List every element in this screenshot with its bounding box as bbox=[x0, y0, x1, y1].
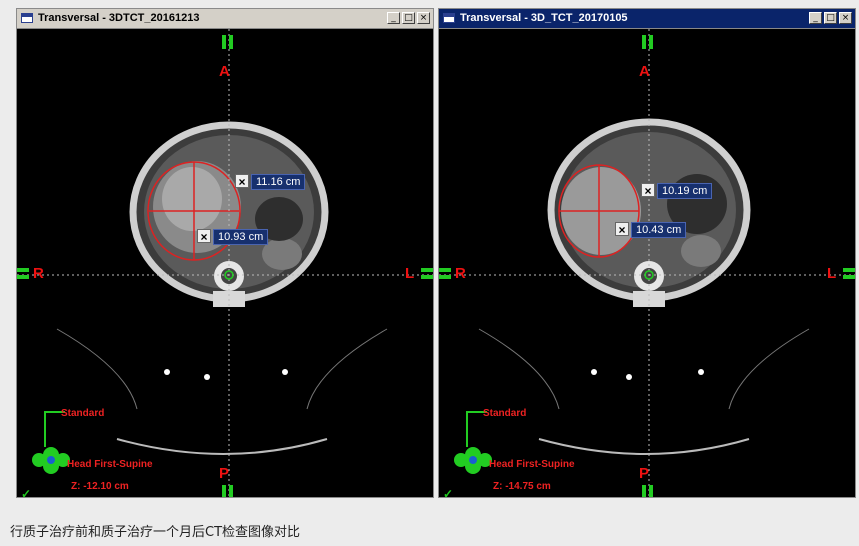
close-button[interactable]: × bbox=[417, 12, 430, 24]
z-position-label: Z: -12.10 cm bbox=[71, 481, 129, 492]
maximize-button[interactable]: □ bbox=[402, 12, 415, 24]
check-icon: ✓ bbox=[443, 487, 454, 501]
ct-viewport-left[interactable]: A P R L × 11.16 cm × 10.93 cm Standard H… bbox=[17, 29, 433, 501]
measurement-label: 10.93 cm bbox=[213, 229, 269, 245]
delete-measurement-icon[interactable]: × bbox=[641, 183, 655, 198]
measurement-label: 11.16 cm bbox=[251, 174, 306, 190]
patient-position-label: Head First-Supine bbox=[67, 459, 153, 470]
orientation-right: R bbox=[455, 265, 466, 282]
orientation-standard-label: Standard bbox=[483, 408, 527, 419]
titlebar-right[interactable]: Transversal - 3D_TCT_20170105 _ □ × bbox=[439, 9, 855, 29]
viewer-window-left: Transversal - 3DTCT_20161213 _ □ × A P R… bbox=[16, 8, 434, 501]
orientation-standard-label: Standard bbox=[61, 408, 105, 419]
measurement-label: 10.19 cm bbox=[657, 183, 713, 199]
delete-measurement-icon[interactable]: × bbox=[235, 174, 249, 189]
z-position-label: Z: -14.75 cm bbox=[493, 481, 551, 492]
patient-position-label: Head First-Supine bbox=[489, 459, 575, 470]
orientation-posterior: P bbox=[219, 465, 230, 482]
ct-image-left bbox=[17, 29, 433, 497]
close-button[interactable]: × bbox=[839, 12, 852, 24]
measurement-label: 10.43 cm bbox=[631, 222, 687, 238]
figure-caption: 行质子治疗前和质子治疗一个月后CT检查图像对比 bbox=[10, 525, 301, 540]
window-icon bbox=[21, 13, 33, 23]
orientation-anterior: A bbox=[639, 63, 650, 80]
orientation-posterior: P bbox=[639, 465, 650, 482]
orientation-right: R bbox=[33, 265, 44, 282]
orientation-left: L bbox=[827, 265, 837, 282]
titlebar-left[interactable]: Transversal - 3DTCT_20161213 _ □ × bbox=[17, 9, 433, 29]
window-title: Transversal - 3D_TCT_20170105 bbox=[460, 12, 628, 24]
orientation-anterior: A bbox=[219, 63, 230, 80]
minimize-button[interactable]: _ bbox=[809, 12, 822, 24]
minimize-button[interactable]: _ bbox=[387, 12, 400, 24]
maximize-button[interactable]: □ bbox=[824, 12, 837, 24]
window-title: Transversal - 3DTCT_20161213 bbox=[38, 12, 200, 24]
orientation-left: L bbox=[405, 265, 415, 282]
viewer-window-right: Transversal - 3D_TCT_20170105 _ □ × A P … bbox=[438, 8, 856, 501]
delete-measurement-icon[interactable]: × bbox=[615, 222, 629, 237]
window-icon bbox=[443, 13, 455, 23]
check-icon: ✓ bbox=[21, 487, 32, 501]
ct-viewport-right[interactable]: A P R L × 10.19 cm × 10.43 cm Standard H… bbox=[439, 29, 855, 501]
ct-image-right bbox=[439, 29, 855, 497]
delete-measurement-icon[interactable]: × bbox=[197, 229, 211, 244]
